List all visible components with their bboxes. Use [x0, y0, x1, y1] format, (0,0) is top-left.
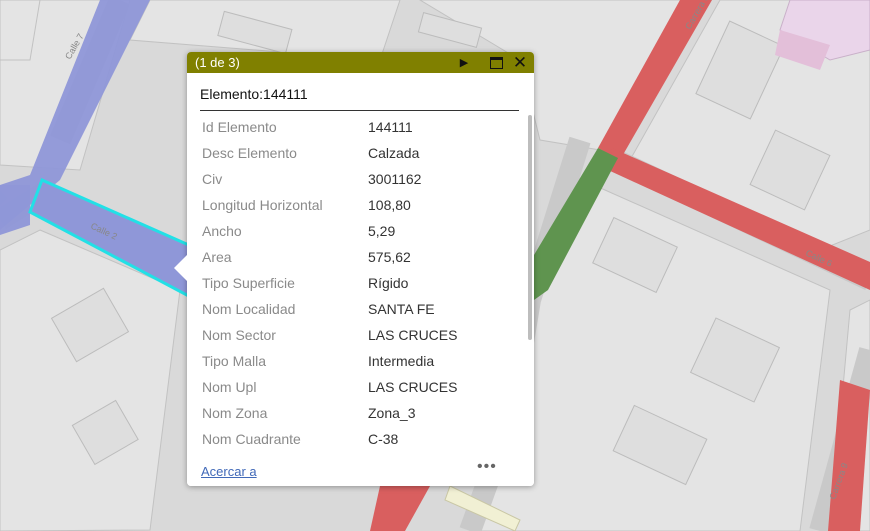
next-feature-button[interactable]: ▶: [455, 52, 473, 73]
attribute-key: Nom Localidad: [202, 301, 296, 317]
popup-title: Elemento:144111: [200, 86, 308, 102]
maximize-button[interactable]: [487, 52, 505, 73]
attribute-key: Tipo Malla: [202, 353, 267, 369]
attribute-key: Nom Zona: [202, 405, 268, 421]
popup-footer: Acercar a •••: [187, 456, 534, 486]
attribute-value: LAS CRUCES: [368, 379, 458, 395]
attribute-value: 575,62: [368, 249, 411, 265]
attribute-value: LAS CRUCES: [368, 327, 458, 343]
attribute-key: Ancho: [202, 223, 242, 239]
attribute-value: 108,80: [368, 197, 411, 213]
attribute-list[interactable]: Id Elemento 144111 Desc Elemento Calzada Civ…: [187, 115, 526, 456]
popup-header: (1 de 3) ▶ ✕: [187, 52, 534, 73]
more-actions-button[interactable]: •••: [477, 458, 507, 478]
attribute-value: Zona_3: [368, 405, 416, 421]
popup-pointer: [174, 255, 187, 281]
feature-popup: (1 de 3) ▶ ✕ Elemento:144111 Id Elemento…: [174, 52, 534, 486]
attribute-value: Rígido: [368, 275, 409, 291]
attribute-key: Desc Elemento: [202, 145, 297, 161]
attribute-key: Nom Cuadrante: [202, 431, 301, 447]
attribute-key: Civ: [202, 171, 223, 187]
close-icon: ✕: [512, 52, 528, 72]
close-button[interactable]: ✕: [511, 52, 529, 73]
zoom-to-link[interactable]: Acercar a: [201, 464, 257, 479]
attribute-key: Id Elemento: [202, 119, 277, 135]
attribute-key: Longitud Horizontal: [202, 197, 323, 213]
title-divider: [200, 110, 519, 111]
attribute-value: 144111: [368, 119, 413, 135]
maximize-icon: [489, 56, 503, 69]
attribute-key: Nom Upl: [202, 379, 257, 395]
attribute-key: Nom Sector: [202, 327, 276, 343]
attribute-value: 5,29: [368, 223, 396, 239]
attribute-value: 3001162: [368, 171, 422, 187]
next-triangle-icon: ▶: [459, 57, 469, 69]
attribute-key: Tipo Superficie: [202, 275, 295, 291]
attribute-value: SANTA FE: [368, 301, 435, 317]
scrollbar-thumb[interactable]: [528, 115, 532, 340]
attribute-key: Area: [202, 249, 232, 265]
attribute-value: Calzada: [368, 145, 420, 161]
attribute-value: Intermedia: [368, 353, 435, 369]
popup-counter: (1 de 3): [195, 55, 240, 70]
attribute-value: C-38: [368, 431, 399, 447]
